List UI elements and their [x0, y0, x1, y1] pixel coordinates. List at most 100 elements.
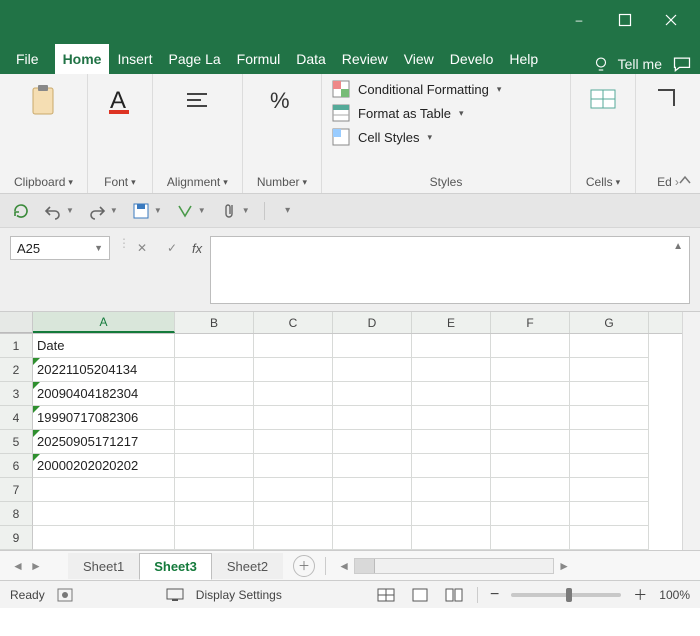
collapse-ribbon-button[interactable] [678, 173, 692, 187]
cell-F5[interactable] [491, 430, 570, 454]
zoom-slider[interactable] [511, 593, 621, 597]
cell-G3[interactable] [570, 382, 649, 406]
cell-B1[interactable] [175, 334, 254, 358]
cell-D4[interactable] [333, 406, 412, 430]
cell-B5[interactable] [175, 430, 254, 454]
cell-E9[interactable] [412, 526, 491, 550]
cell-B3[interactable] [175, 382, 254, 406]
row-header[interactable]: 4 [0, 406, 33, 430]
cell-G7[interactable] [570, 478, 649, 502]
cell-C7[interactable] [254, 478, 333, 502]
ribbon-tab-review[interactable]: Review [334, 44, 396, 74]
horizontal-scrollbar[interactable] [354, 558, 554, 574]
zoom-level[interactable]: 100% [659, 588, 690, 602]
sheet-tab-sheet2[interactable]: Sheet2 [212, 553, 283, 579]
vertical-scrollbar[interactable] [682, 312, 700, 550]
accept-formula-button[interactable]: ✓ [162, 238, 182, 258]
column-header-F[interactable]: F [491, 312, 570, 333]
row-header[interactable]: 8 [0, 502, 33, 526]
tell-me[interactable]: Tell me [592, 55, 662, 73]
ribbon-tab-page[interactable]: Page La [160, 44, 228, 74]
font-group[interactable]: A Font▾ [88, 74, 153, 193]
cell-E2[interactable] [412, 358, 491, 382]
window-close-button[interactable] [648, 4, 694, 36]
display-settings-label[interactable]: Display Settings [196, 588, 282, 602]
print-icon[interactable] [176, 202, 194, 220]
column-header-D[interactable]: D [333, 312, 412, 333]
hscroll-left[interactable]: ◄ [336, 559, 352, 573]
cell-C1[interactable] [254, 334, 333, 358]
ribbon-tab-view[interactable]: View [396, 44, 442, 74]
cell-E8[interactable] [412, 502, 491, 526]
cell-G4[interactable] [570, 406, 649, 430]
cell-D9[interactable] [333, 526, 412, 550]
normal-view-button[interactable] [375, 586, 397, 604]
cell-F9[interactable] [491, 526, 570, 550]
cell-E1[interactable] [412, 334, 491, 358]
cell-C2[interactable] [254, 358, 333, 382]
customize-qat-icon[interactable]: ▾ [279, 202, 297, 220]
refresh-icon[interactable] [12, 202, 30, 220]
cell-C3[interactable] [254, 382, 333, 406]
save-icon[interactable] [132, 202, 150, 220]
name-box[interactable]: A25 ▼ [10, 236, 110, 260]
number-group[interactable]: % Number▾ [243, 74, 322, 193]
format-as-table-button[interactable]: Format as Table▾ [332, 104, 560, 122]
chevron-down-icon[interactable]: ▼ [94, 243, 103, 253]
row-header[interactable]: 5 [0, 430, 33, 454]
row-header[interactable]: 9 [0, 526, 33, 550]
cell-E5[interactable] [412, 430, 491, 454]
window-minimize-button[interactable]: – [556, 4, 602, 36]
cell-D2[interactable] [333, 358, 412, 382]
cell-D7[interactable] [333, 478, 412, 502]
cell-F2[interactable] [491, 358, 570, 382]
redo-icon[interactable] [88, 202, 106, 220]
row-header[interactable]: 1 [0, 334, 33, 358]
cell-D3[interactable] [333, 382, 412, 406]
cell-B9[interactable] [175, 526, 254, 550]
cell-D8[interactable] [333, 502, 412, 526]
zoom-in-button[interactable]: ＋ [633, 585, 647, 605]
cell-E6[interactable] [412, 454, 491, 478]
tab-scroll-right[interactable]: ► [28, 559, 44, 573]
cell-E4[interactable] [412, 406, 491, 430]
clipboard-group[interactable]: Clipboard▾ [0, 74, 88, 193]
cell-E3[interactable] [412, 382, 491, 406]
zoom-out-button[interactable]: − [490, 586, 499, 604]
cell-A3[interactable]: 20090404182304 [33, 382, 175, 406]
ribbon-tab-home[interactable]: Home [55, 44, 110, 74]
cell-F6[interactable] [491, 454, 570, 478]
cell-C6[interactable] [254, 454, 333, 478]
cell-A6[interactable]: 20000202020202 [33, 454, 175, 478]
window-maximize-button[interactable] [602, 4, 648, 36]
cell-F8[interactable] [491, 502, 570, 526]
formula-input[interactable]: ▲ [210, 236, 690, 304]
page-layout-view-button[interactable] [409, 586, 431, 604]
row-header[interactable]: 7 [0, 478, 33, 502]
cell-styles-button[interactable]: Cell Styles▾ [332, 128, 560, 146]
cell-A9[interactable] [33, 526, 175, 550]
column-header-C[interactable]: C [254, 312, 333, 333]
hscroll-right[interactable]: ► [556, 559, 572, 573]
row-header[interactable]: 3 [0, 382, 33, 406]
undo-icon[interactable] [44, 202, 62, 220]
column-header-B[interactable]: B [175, 312, 254, 333]
cell-D1[interactable] [333, 334, 412, 358]
fx-label[interactable]: fx [192, 241, 202, 256]
cell-A4[interactable]: 19990717082306 [33, 406, 175, 430]
select-all-corner[interactable] [0, 312, 33, 333]
hscroll-thumb[interactable] [355, 559, 375, 573]
sheet-tab-sheet3[interactable]: Sheet3 [139, 553, 212, 580]
cell-B7[interactable] [175, 478, 254, 502]
ribbon-tab-data[interactable]: Data [288, 44, 334, 74]
cells-group[interactable]: Cells▾ [571, 74, 636, 193]
expand-formula-icon[interactable]: ▲ [673, 241, 683, 252]
cell-B4[interactable] [175, 406, 254, 430]
record-macro-icon[interactable] [57, 588, 73, 602]
cell-A1[interactable]: Date [33, 334, 175, 358]
alignment-group[interactable]: Alignment▾ [153, 74, 243, 193]
cell-G2[interactable] [570, 358, 649, 382]
cell-A5[interactable]: 20250905171217 [33, 430, 175, 454]
cell-F7[interactable] [491, 478, 570, 502]
cell-G6[interactable] [570, 454, 649, 478]
